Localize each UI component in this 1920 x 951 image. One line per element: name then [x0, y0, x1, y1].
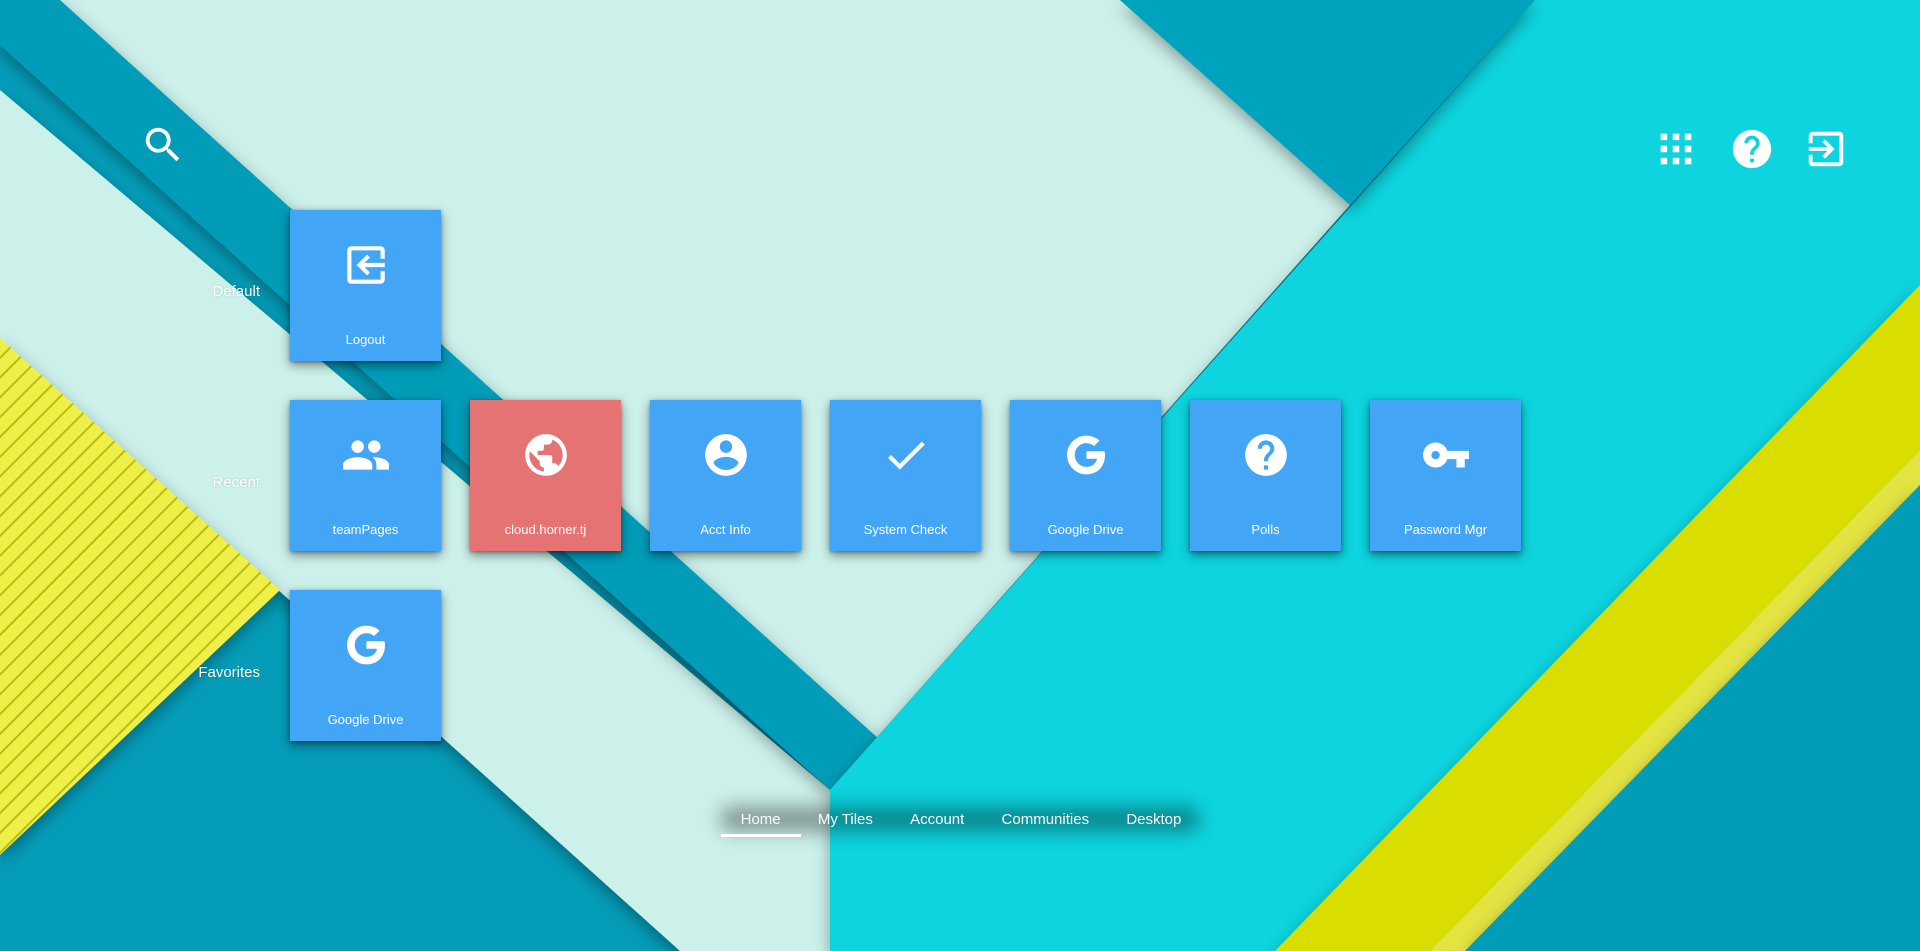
- group-icon: [341, 430, 391, 480]
- tab-account[interactable]: Account: [904, 807, 970, 832]
- tile-label: Acct Info: [700, 522, 751, 537]
- tile-system-check[interactable]: System Check: [830, 400, 981, 551]
- tile-row-recent: teamPages cloud.horner.tj Acct Info Syst…: [290, 400, 1521, 551]
- tab-desktop[interactable]: Desktop: [1120, 807, 1187, 832]
- tab-home[interactable]: Home: [720, 807, 801, 837]
- row-label-recent: Recent: [212, 474, 260, 491]
- search-button[interactable]: [136, 118, 190, 172]
- tile-label: Polls: [1251, 522, 1280, 537]
- logout-icon: [1808, 131, 1844, 167]
- tile-acct-info[interactable]: Acct Info: [650, 400, 801, 551]
- logout-icon: [341, 240, 391, 290]
- tile-row-default: Logout: [290, 210, 441, 361]
- tile-logout[interactable]: Logout: [290, 210, 441, 361]
- tile-password-mgr[interactable]: Password Mgr: [1370, 400, 1521, 551]
- logout-button[interactable]: [1799, 122, 1853, 176]
- bottom-nav: Home My Tiles Account Communities Deskto…: [720, 803, 1200, 837]
- apps-grid-icon: [1660, 133, 1692, 165]
- tile-label: cloud.horner.tj: [504, 522, 587, 537]
- tile-label: System Check: [863, 522, 948, 537]
- tile-label: Google Drive: [1047, 522, 1124, 537]
- tile-label: Logout: [345, 332, 386, 347]
- tile-cloud-horner[interactable]: cloud.horner.tj: [470, 400, 621, 551]
- globe-icon: [521, 430, 571, 480]
- key-icon: [1421, 430, 1471, 480]
- account-circle-icon: [701, 430, 751, 480]
- check-icon: [881, 430, 931, 480]
- tile-google-drive[interactable]: Google Drive: [1010, 400, 1161, 551]
- help-icon: [1732, 129, 1772, 169]
- row-label-favorites: Favorites: [198, 664, 260, 681]
- tile-google-drive-favorite[interactable]: Google Drive: [290, 590, 441, 741]
- tab-communities[interactable]: Communities: [996, 807, 1096, 832]
- row-label-default: Default: [212, 283, 260, 300]
- tile-label: teamPages: [332, 522, 399, 537]
- apps-button[interactable]: [1649, 122, 1703, 176]
- google-icon: [1061, 430, 1111, 480]
- tile-label: Google Drive: [327, 712, 404, 727]
- search-icon: [145, 127, 180, 162]
- tile-row-favorites: Google Drive: [290, 590, 441, 741]
- tab-my-tiles[interactable]: My Tiles: [812, 807, 879, 832]
- tile-polls[interactable]: Polls: [1190, 400, 1341, 551]
- tile-teampages[interactable]: teamPages: [290, 400, 441, 551]
- tile-label: Password Mgr: [1403, 522, 1488, 537]
- google-icon: [341, 620, 391, 670]
- help-button[interactable]: [1725, 122, 1779, 176]
- help-icon: [1241, 430, 1291, 480]
